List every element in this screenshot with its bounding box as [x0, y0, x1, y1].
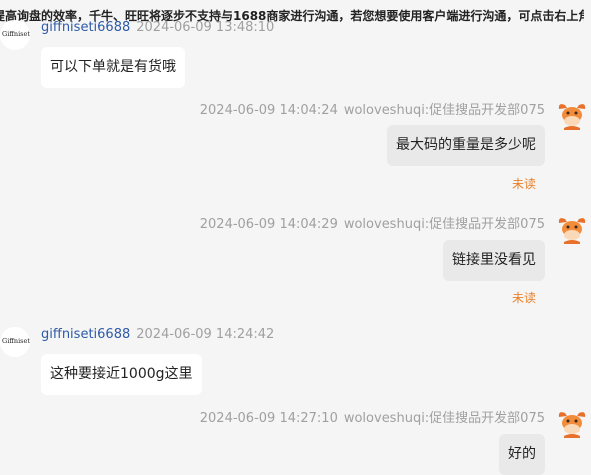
message-meta: giffniseti6688 2024-06-09 14:24:42	[41, 327, 274, 342]
avatar[interactable]: Giffniseti	[0, 20, 30, 50]
cow-mascot-icon[interactable]	[557, 408, 587, 438]
message-meta: 2024-06-09 14:04:29 woloveshuqi:促佳搜品开发部07…	[200, 213, 545, 232]
message-time: 2024-06-09 14:04:29	[199, 217, 338, 232]
sender-name: woloveshuqi:促佳搜品开发部075	[343, 217, 545, 232]
message-bubble[interactable]: 最大码的重量是多少呢	[387, 125, 545, 166]
message-time: 2024-06-09 14:24:42	[136, 327, 275, 342]
message-time: 2024-06-09 14:04:24	[199, 103, 338, 118]
message-time: 2024-06-09 14:27:10	[199, 411, 338, 426]
avatar-label: Giffniseti	[2, 337, 30, 345]
sender-name: woloveshuqi:促佳搜品开发部075	[343, 103, 545, 118]
message-meta: 2024-06-09 14:27:10 woloveshuqi:促佳搜品开发部07…	[200, 407, 545, 426]
sender-name[interactable]: giffniseti6688	[41, 327, 130, 342]
message-bubble[interactable]: 好的	[499, 434, 545, 475]
sender-name[interactable]: giffniseti6688	[41, 20, 130, 35]
cow-mascot-icon[interactable]	[557, 100, 587, 130]
message-bubble[interactable]: 可以下单就是有货哦	[41, 47, 185, 88]
message-bubble[interactable]: 链接里没看见	[443, 240, 545, 281]
message-meta: giffniseti6688 2024-06-09 13:48:10	[41, 20, 274, 35]
unread-status: 未读	[511, 177, 536, 191]
message-meta: 2024-06-09 14:04:24 woloveshuqi:促佳搜品开发部07…	[200, 99, 545, 118]
unread-status: 未读	[511, 291, 536, 305]
message-bubble[interactable]: 这种要接近1000g这里	[41, 354, 202, 395]
avatar-label: Giffniseti	[2, 30, 30, 38]
message-time: 2024-06-09 13:48:10	[136, 20, 275, 35]
cow-mascot-icon[interactable]	[557, 214, 587, 244]
sender-name: woloveshuqi:促佳搜品开发部075	[343, 411, 545, 426]
avatar[interactable]: Giffniseti	[0, 327, 30, 357]
